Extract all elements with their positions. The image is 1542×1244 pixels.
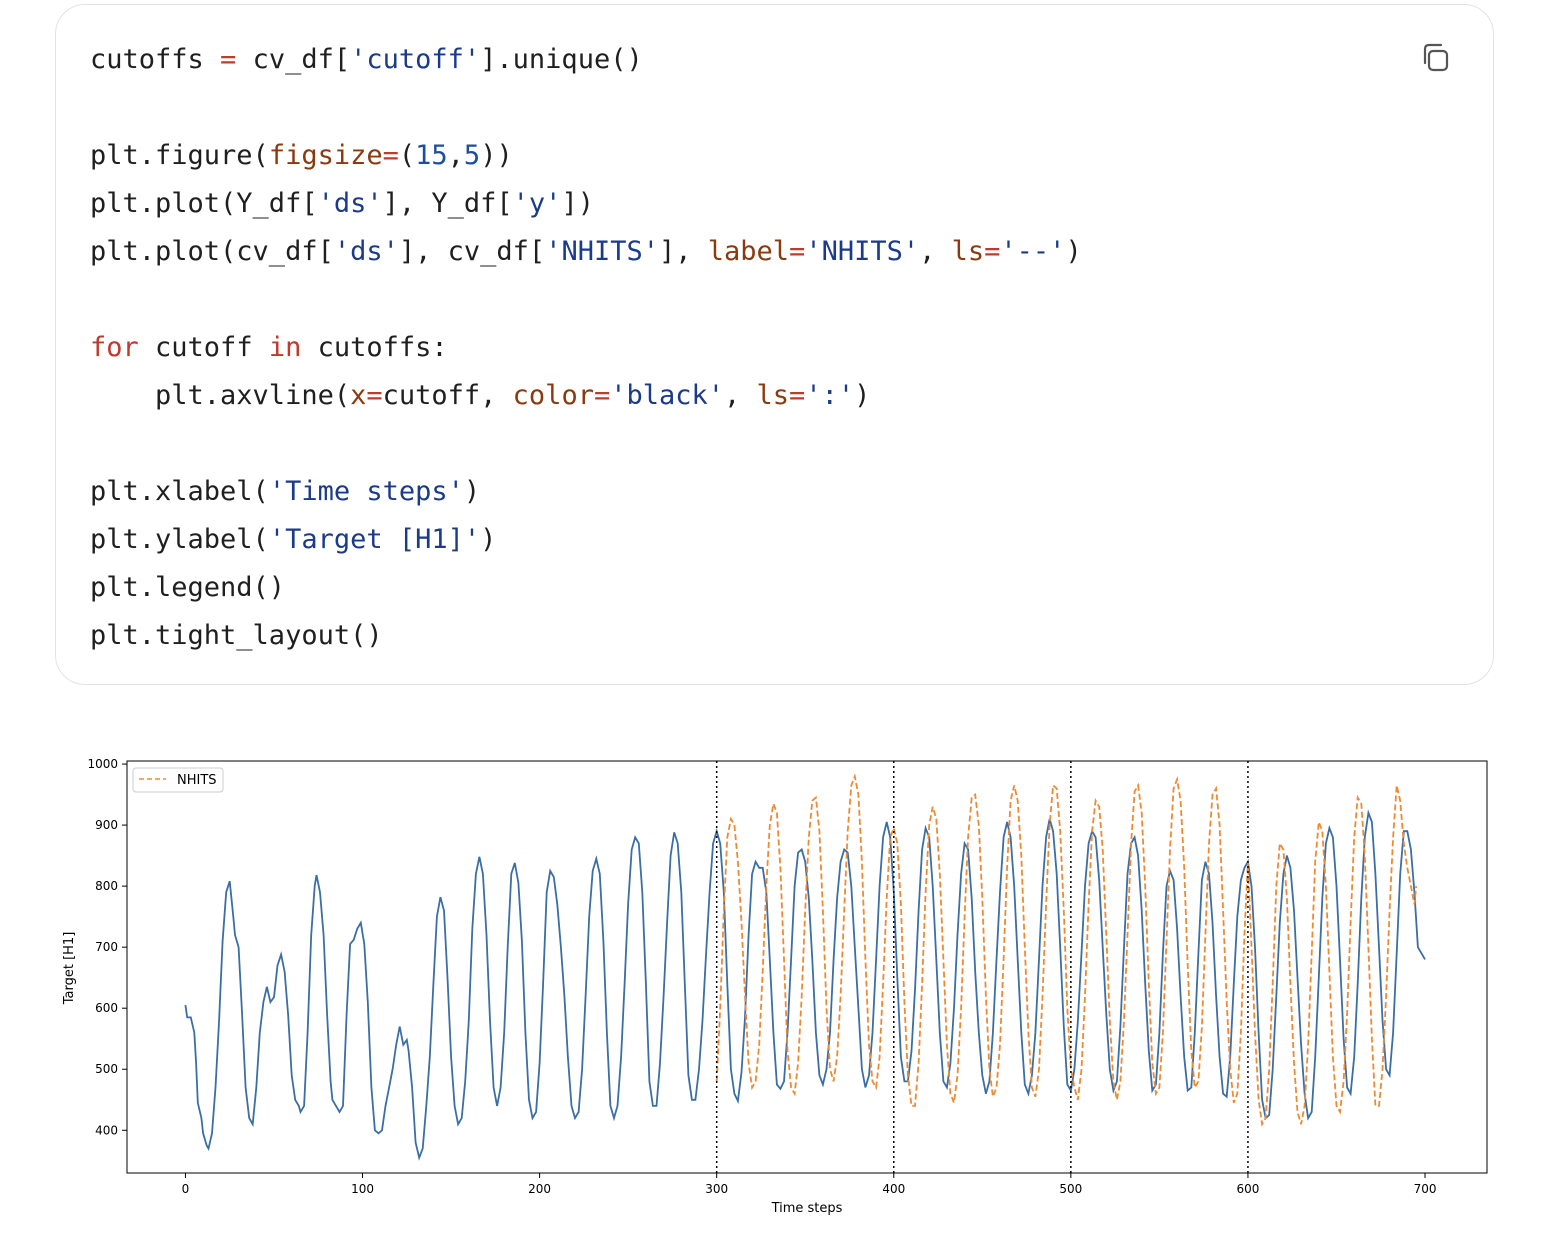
x-tick-label: 700 [1414, 1182, 1437, 1196]
y-tick-label: 800 [95, 879, 118, 893]
code-token: 'y' [512, 188, 562, 219]
code-line: for cutoff in cutoffs: [90, 324, 1082, 372]
code-token: = [593, 380, 611, 411]
code-line: plt.tight_layout() [90, 612, 1082, 660]
y-tick-label: 400 [95, 1123, 118, 1137]
y-tick-label: 700 [95, 940, 118, 954]
x-axis: 0 100 200 300 400 500 600 700 [182, 1173, 1437, 1196]
code-token: 'ds' [333, 236, 399, 267]
code-token: , [447, 140, 464, 171]
code-token: ], [658, 236, 708, 267]
y-tick-label: 900 [95, 818, 118, 832]
code-token: '--' [1000, 236, 1066, 267]
x-axis-label: Time steps [771, 1201, 843, 1216]
code-token: cutoffs: [301, 332, 448, 363]
code-token: plt.xlabel( [90, 476, 269, 507]
code-token: color [512, 380, 594, 411]
y-tick-label: 500 [95, 1062, 118, 1076]
code-token: ], cv_df[ [398, 236, 546, 267]
code-line: plt.legend() [90, 564, 1082, 612]
code-token: plt.tight_layout() [90, 620, 383, 651]
code-token: 15 [415, 140, 448, 171]
x-tick-label: 500 [1059, 1182, 1082, 1196]
code-token: x [350, 380, 367, 411]
code-token: in [268, 332, 302, 363]
x-tick-label: 300 [705, 1182, 728, 1196]
code-token: 'cutoff' [350, 44, 481, 75]
code-token: cutoff, [382, 380, 513, 411]
plot-area [126, 760, 1488, 1174]
code-line: plt.xlabel('Time steps') [90, 468, 1082, 516]
code-token: ], Y_df[ [382, 188, 513, 219]
code-line: plt.axvline(x=cutoff, color='black', ls=… [90, 372, 1082, 420]
y-axis: 400 500 600 700 800 900 1000 [87, 757, 127, 1137]
code-line: plt.figure(figsize=(15,5)) [90, 132, 1082, 180]
code-token: , [919, 236, 952, 267]
y-tick-label: 600 [95, 1001, 118, 1015]
code-token: plt.ylabel( [90, 524, 269, 555]
code-token: ) [1065, 236, 1082, 267]
x-tick-label: 400 [882, 1182, 905, 1196]
y-axis-label: Target [H1] [62, 932, 77, 1006]
code-line: cutoffs = cv_df['cutoff'].unique() [90, 36, 1082, 84]
code-token: 'Time steps' [268, 476, 464, 507]
plot-frame [126, 760, 1488, 1174]
code-token: ) [463, 476, 481, 507]
code-token: ) [480, 524, 497, 555]
series-line-actual [184, 809, 1426, 1161]
code-token: plt.plot(Y_df[ [90, 188, 318, 219]
code-token: = [366, 380, 383, 411]
code-token: 'ds' [317, 188, 383, 219]
code-token: ].unique() [480, 44, 643, 75]
legend: NHITS [132, 767, 224, 793]
line-chart: 0 100 200 300 400 500 600 700 400 500 600 700 800 90… [62, 757, 1488, 1216]
legend-label-nhits: NHITS [177, 773, 217, 788]
code-token: 5 [463, 140, 481, 171]
code-token: ]) [561, 188, 594, 219]
code-token: plt.plot(cv_df[ [90, 236, 334, 267]
x-tick-label: 0 [182, 1182, 190, 1196]
x-tick-label: 200 [528, 1182, 551, 1196]
y-tick-label: 1000 [87, 757, 118, 771]
code-token: ( [398, 140, 416, 171]
code-token: plt.figure( [90, 140, 269, 171]
code-token: 'Target [H1]' [268, 524, 481, 555]
code-token: 'NHITS' [545, 236, 659, 267]
code-token: , [724, 380, 757, 411]
code-token: cv_df[ [236, 44, 351, 75]
code-token: = [220, 44, 237, 75]
code-token: plt.legend() [90, 572, 286, 603]
code-token: label [707, 236, 790, 267]
code-token: for [90, 332, 139, 363]
code-token: 'black' [610, 380, 725, 411]
code-token: plt.axvline( [90, 380, 351, 411]
code-token: figsize [268, 140, 383, 171]
code-token: = [382, 140, 399, 171]
code-line: plt.plot(cv_df['ds'], cv_df['NHITS'], la… [90, 228, 1082, 276]
code-content: cutoffs = cv_df['cutoff'].unique() plt.fi… [90, 36, 1082, 660]
x-tick-label: 600 [1236, 1182, 1259, 1196]
code-token: = [984, 236, 1001, 267]
code-token: ls [951, 236, 985, 267]
code-line: plt.plot(Y_df['ds'], Y_df['y']) [90, 180, 1082, 228]
code-token: = [789, 380, 806, 411]
code-token: cutoffs [90, 44, 221, 75]
code-token: ls [756, 380, 790, 411]
code-token: ':' [805, 380, 855, 411]
x-tick-label: 100 [351, 1182, 374, 1196]
code-token: )) [480, 140, 513, 171]
code-token: 'NHITS' [805, 236, 920, 267]
copy-icon[interactable] [1419, 41, 1453, 75]
code-token: = [789, 236, 806, 267]
code-token: cutoff [138, 332, 269, 363]
code-block: cutoffs = cv_df['cutoff'].unique() plt.fi… [55, 4, 1494, 685]
code-line: plt.ylabel('Target [H1]') [90, 516, 1082, 564]
code-token: ) [854, 380, 871, 411]
